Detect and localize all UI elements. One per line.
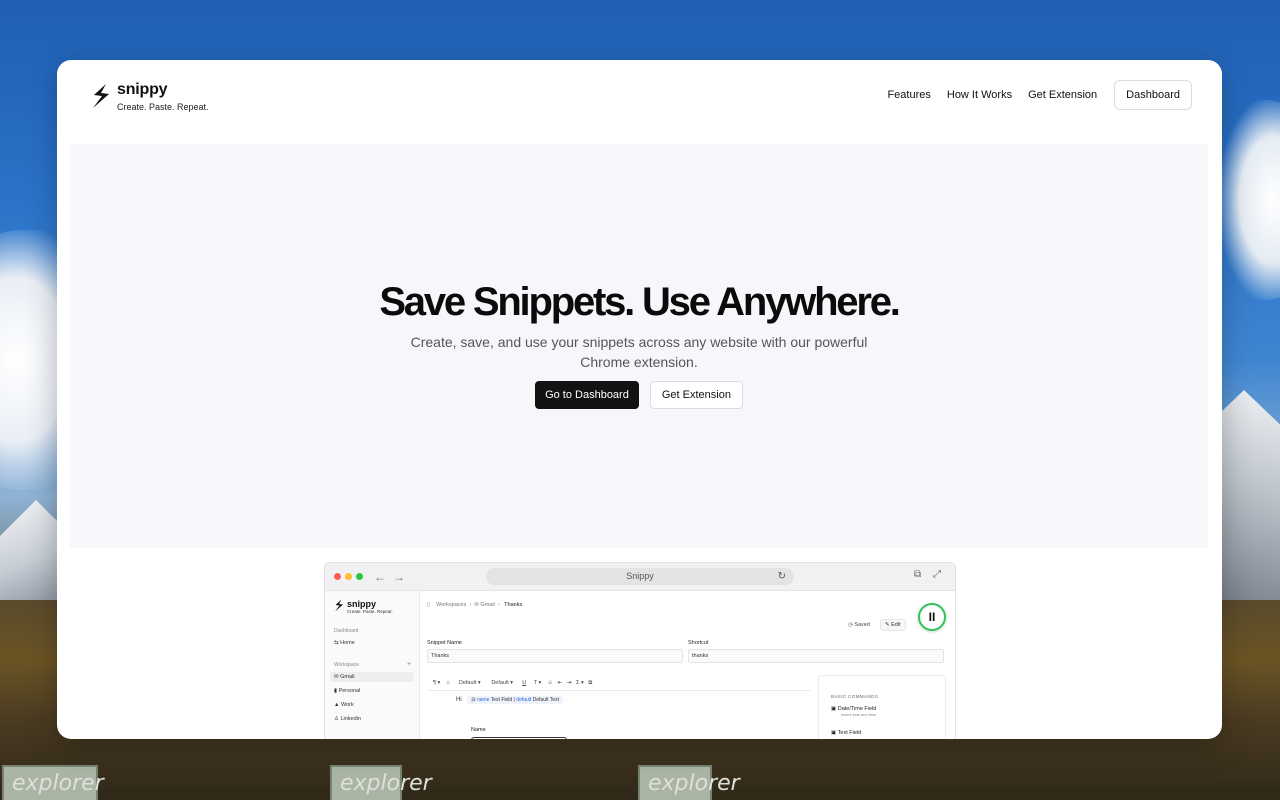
forward-arrow-icon: → [393,570,405,584]
commands-panel-heading: BASIC COMMANDS [831,694,879,699]
breadcrumb-item: Workspaces [436,602,467,608]
emoji-icon: ☺ [547,680,554,686]
sidebar-item-label: Linkedin [340,716,361,722]
background-sign: explorer [2,765,104,800]
text-color-icon: T [533,680,538,686]
site-header: snippy Create. Paste. Repeat. Features H… [57,60,1222,144]
size-dropdown: Default [491,680,509,686]
mockup-breadcrumb: ▯ Workspaces › ✉ Gmail › Thanks [427,602,523,608]
editor-content: Hi ⊟ name Text Field | default Default T… [456,696,563,704]
mockup-brand-text: snippy Create. Paste. Repeat. [347,599,393,614]
sidebar-toggle-icon: ▯ [427,602,431,608]
sidebar-item-personal: ▮ Personal [334,688,361,694]
nav-features[interactable]: Features [887,89,930,101]
dashboard-button[interactable]: Dashboard [1114,80,1192,110]
saved-status: ◷ Saved [848,622,870,628]
hero-subtitle-line1: Create, save, and use your snippets acro… [410,334,868,350]
format-icon: ¶ ▾ [433,680,441,686]
chip-key: name [476,697,490,703]
sidebar-item-gmail: ✉ Gmail [330,672,414,682]
name-field-input [471,737,567,739]
sidebar-item-home: ⇆ Home [334,640,355,646]
mockup-brand-tagline: Create. Paste. Repeat. [347,609,393,614]
edit-label: Edit [891,622,901,628]
copy-icon: ⧉ [588,680,593,686]
nav-get-extension[interactable]: Get Extension [1028,89,1097,101]
sidebar-item-linkedin: ♙ Linkedin [334,716,361,722]
variable-chip: ⊟ name Text Field | default Default Text [467,696,563,704]
shortcut-field: thanks [688,649,944,663]
command-desc: Insert date and time [841,712,877,717]
hero-section: Save Snippets. Use Anywhere. Create, sav… [70,144,1208,548]
chip-value: Text Field [490,697,513,703]
underline-icon: U [522,680,527,686]
pause-button-icon[interactable]: II [918,603,946,631]
mockup-sidebar: snippy Create. Paste. Repeat. Dashboard … [325,591,420,739]
shortcut-label: Shortcut [688,640,709,646]
hero-title: Save Snippets. Use Anywhere. [379,280,901,324]
clear-format-icon: ⌂ [446,680,450,686]
sidebar-item-work: ▲ Work [334,702,354,708]
lightning-logo-icon [93,84,109,108]
minimize-dot-icon [345,573,352,580]
reload-icon: ↻ [777,571,786,582]
sidebar-item-label: Gmail [340,674,355,680]
brand-name: snippy [117,81,168,98]
go-to-dashboard-button[interactable]: Go to Dashboard [535,381,639,409]
sidebar-item-label: Work [340,702,354,708]
app-preview-mockup: ← → Snippy ↻ ⧉ ⤢ snippy Create. Paste. R… [324,562,956,739]
open-external-icon: ⧉ [914,569,922,580]
background-sign: explorer [638,765,740,800]
mockup-edit-button: ✎ Edit [880,619,906,631]
variable-icon: Σ ▾ [576,680,584,686]
sidebar-section-workspace: Workspace [334,662,359,668]
maximize-dot-icon [356,573,363,580]
breadcrumb-item: Gmail [480,602,495,608]
breadcrumb-item: Thanks [504,602,523,608]
name-field-label: Name [471,727,486,733]
sidebar-item-label: Home [340,640,355,646]
brand[interactable]: snippy Create. Paste. Repeat. [91,81,209,112]
brand-tagline: Create. Paste. Repeat. [117,102,209,112]
snippet-name-label: Snippet Name [427,640,462,646]
indent-icon: ⇥ [566,680,572,686]
saved-label: Saved [854,622,870,628]
snippet-name-field: Thanks [427,649,683,663]
back-arrow-icon: ← [374,570,386,584]
outdent-icon: ⇤ [557,680,563,686]
mountain [1220,390,1280,620]
sidebar-section-dashboard: Dashboard [334,628,359,634]
mockup-brand-name: snippy [347,599,377,609]
brand-text: snippy Create. Paste. Repeat. [117,81,209,112]
font-dropdown: Default [458,680,477,686]
nav-how-it-works[interactable]: How It Works [947,89,1012,101]
chip-key: default [516,697,532,703]
lightning-logo-icon [335,599,343,612]
chip-value: Default Text [532,697,559,703]
cloud [1220,100,1280,300]
mockup-main: ▯ Workspaces › ✉ Gmail › Thanks ◷ Saved … [421,591,955,739]
hero-subtitle: Create, save, and use your snippets acro… [70,332,1208,372]
mockup-url-text: Snippy [626,571,654,581]
command-text-field: ▣ Text Field [831,730,862,736]
fullscreen-icon: ⤢ [933,569,941,580]
get-extension-button[interactable]: Get Extension [649,381,743,409]
mockup-titlebar: ← → Snippy ↻ ⧉ ⤢ [325,563,955,591]
hero-cta-group: Go to Dashboard Get Extension [70,381,1208,409]
browser-window: snippy Create. Paste. Repeat. Features H… [57,60,1222,739]
background-sign: explorer [330,765,432,800]
close-dot-icon [334,573,341,580]
mockup-brand: snippy Create. Paste. Repeat. [334,599,393,614]
add-workspace-icon: + [407,661,412,668]
sidebar-item-label: Personal [338,688,361,694]
hero-subtitle-line2: Chrome extension. [580,354,698,370]
mockup-url-bar: Snippy ↻ [486,568,794,585]
editor-toolbar: ¶ ▾ ⌂ Default ▾ Default ▾ U T ▾ ☺ ⇤ ⇥ Σ … [427,675,811,691]
command-date-time: ▣ Date/Time Field Insert date and time [831,706,877,717]
editor-text: Hi [456,697,462,703]
command-title: Text Field [837,730,862,736]
commands-panel: BASIC COMMANDS ▣ Date/Time Field Insert d… [818,675,946,739]
main-nav: Features How It Works Get Extension Dash… [871,80,1192,110]
